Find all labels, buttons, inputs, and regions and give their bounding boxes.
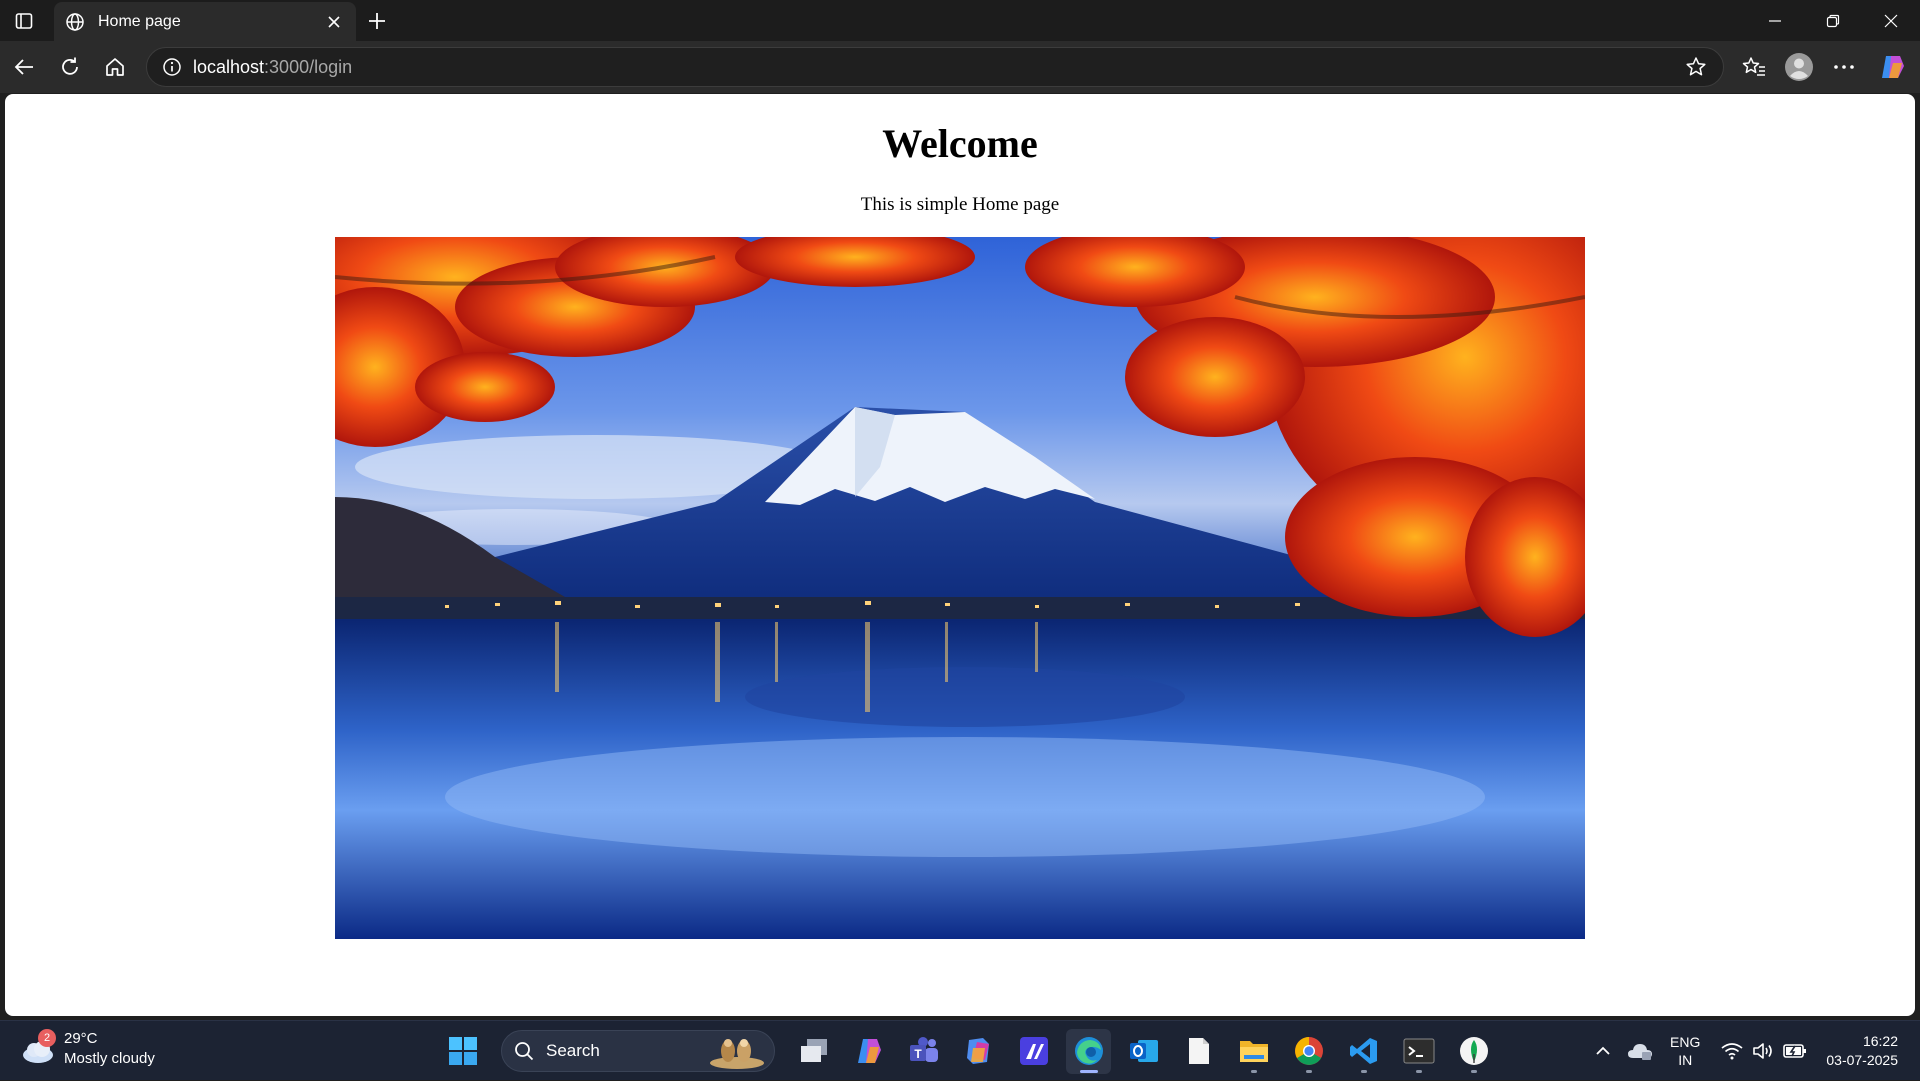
minimize-button[interactable] [1746, 0, 1804, 41]
system-tray: ENG IN 16:22 03-07-2025 [1586, 1021, 1920, 1081]
taskbar-apps: Search T [440, 1027, 1496, 1075]
clock-date: 03-07-2025 [1826, 1052, 1898, 1068]
edge-icon [1074, 1037, 1103, 1065]
file-explorer-app[interactable] [1231, 1029, 1276, 1074]
copilot-icon [1882, 56, 1904, 78]
clock-button[interactable]: 16:22 03-07-2025 [1826, 1032, 1898, 1070]
m365-app[interactable] [956, 1029, 1001, 1074]
home-button[interactable] [97, 49, 133, 85]
tab-actions-icon [15, 13, 33, 29]
weather-widget[interactable]: 2 29°C Mostly cloudy [20, 1029, 155, 1069]
clock-time: 16:22 [1862, 1033, 1898, 1049]
chrome-icon [1294, 1037, 1323, 1065]
search-label: Search [546, 1041, 600, 1060]
cloud-icon: 2 [20, 1029, 56, 1067]
close-icon [1884, 14, 1898, 27]
terminal-app[interactable] [1396, 1029, 1441, 1074]
task-view-button[interactable] [791, 1029, 836, 1074]
profile-button[interactable] [1781, 49, 1817, 85]
avatar-icon [1785, 53, 1813, 81]
browser-titlebar: Home page [0, 0, 1920, 41]
restore-icon [1826, 14, 1840, 27]
close-tab-icon[interactable] [322, 10, 346, 34]
language-code: ENG [1670, 1034, 1701, 1050]
teams-app[interactable]: T [901, 1029, 946, 1074]
globe-icon [64, 11, 86, 33]
edge-app[interactable] [1066, 1028, 1111, 1074]
url-host: localhost [193, 56, 265, 77]
teams-icon: T [909, 1037, 938, 1062]
svg-text:T: T [914, 1047, 922, 1061]
plus-icon [369, 13, 385, 29]
refresh-button[interactable] [52, 49, 88, 85]
start-button[interactable] [440, 1029, 485, 1074]
address-bar[interactable]: localhost:3000/login [146, 47, 1724, 87]
weather-description: Mostly cloudy [64, 1050, 155, 1067]
tab-home-page[interactable]: Home page [54, 2, 356, 41]
app-icon [1019, 1037, 1048, 1065]
notepad-icon [1188, 1038, 1209, 1064]
chrome-app[interactable] [1286, 1029, 1331, 1074]
vscode-app[interactable] [1341, 1029, 1386, 1074]
settings-more-button[interactable] [1826, 49, 1862, 85]
chevron-up-icon [1596, 1046, 1610, 1055]
tab-actions-button[interactable] [10, 8, 38, 34]
mongodb-compass-app[interactable] [1451, 1029, 1496, 1074]
hero-image [335, 237, 1585, 939]
tab-title: Home page [98, 12, 181, 30]
copilot-icon [857, 1039, 881, 1063]
wifi-icon [1721, 1043, 1743, 1060]
onedrive-button[interactable] [1620, 1031, 1660, 1071]
windows-logo-icon [448, 1037, 477, 1065]
site-info-icon[interactable] [159, 54, 185, 80]
volume-button[interactable] [1748, 1031, 1778, 1071]
back-button[interactable] [6, 49, 42, 85]
search-highlight-icon [710, 1039, 764, 1069]
favorites-icon [1742, 57, 1765, 76]
close-window-button[interactable] [1862, 0, 1920, 41]
mongodb-compass-icon [1459, 1037, 1488, 1065]
terminal-icon [1403, 1038, 1434, 1064]
more-dots-icon [1834, 65, 1854, 69]
wifi-button[interactable] [1716, 1031, 1748, 1071]
language-region: IN [1678, 1052, 1693, 1068]
show-hidden-icons-button[interactable] [1586, 1031, 1620, 1071]
favorites-button[interactable] [1736, 49, 1772, 85]
taskbar-search[interactable]: Search [501, 1030, 775, 1072]
m365-icon [966, 1038, 989, 1064]
pen-app[interactable] [1011, 1029, 1056, 1074]
battery-button[interactable] [1778, 1031, 1812, 1071]
search-icon [515, 1042, 534, 1061]
weather-temperature: 29°C [64, 1030, 98, 1047]
task-view-icon [800, 1039, 827, 1062]
restore-button[interactable] [1804, 0, 1862, 41]
outlook-app[interactable] [1121, 1029, 1166, 1074]
outlook-icon [1129, 1040, 1158, 1062]
browser-toolbar: localhost:3000/login [0, 41, 1920, 93]
windows-taskbar: 2 29°C Mostly cloudy Search T ENG IN 16:… [0, 1020, 1920, 1080]
page-heading: Welcome [882, 121, 1038, 166]
copilot-button[interactable] [1874, 49, 1910, 85]
weather-badge: 2 [38, 1029, 56, 1047]
copilot-app[interactable] [846, 1029, 891, 1074]
home-icon [106, 58, 124, 76]
file-explorer-icon [1239, 1041, 1268, 1062]
minimize-icon [1769, 19, 1781, 22]
refresh-icon [62, 57, 78, 75]
window-controls [1746, 0, 1920, 41]
add-favorite-icon[interactable] [1681, 52, 1711, 82]
page-description: This is simple Home page [860, 194, 1060, 215]
page-viewport: Welcome This is simple Home page [5, 94, 1915, 1016]
back-arrow-icon [14, 59, 33, 75]
vscode-icon [1349, 1038, 1377, 1064]
language-indicator[interactable]: ENG IN [1670, 1033, 1700, 1069]
url-path: :3000/login [264, 56, 353, 77]
volume-icon [1753, 1043, 1773, 1059]
new-tab-button[interactable] [362, 6, 392, 36]
notepad-app[interactable] [1176, 1029, 1221, 1074]
battery-charging-icon [1783, 1044, 1807, 1058]
onedrive-icon [1628, 1044, 1653, 1060]
